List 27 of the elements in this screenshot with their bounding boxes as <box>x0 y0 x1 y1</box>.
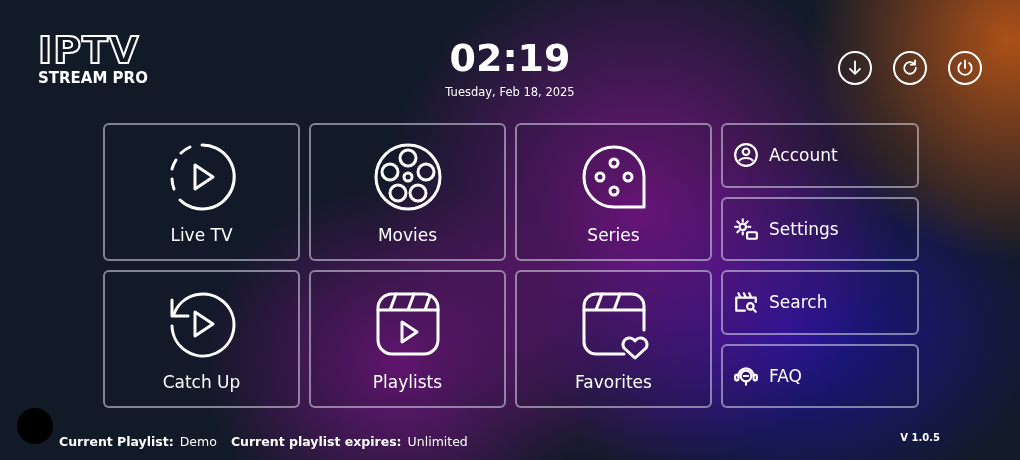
menu-button[interactable]: FAQ <box>721 343 919 408</box>
menu-button[interactable]: Settings <box>721 196 919 261</box>
refresh-icon <box>900 58 920 78</box>
user-icon <box>733 142 759 169</box>
menu-tile[interactable]: Live TV <box>103 123 300 261</box>
round-dot <box>17 408 53 444</box>
footer-label: Current Playlist: <box>59 433 174 449</box>
clock-time: 02:19 <box>449 36 571 80</box>
refresh-button[interactable] <box>893 51 927 85</box>
menu-tile[interactable]: Series <box>515 123 712 261</box>
footer-label: Current playlist expires: <box>230 433 402 449</box>
menu-tile[interactable]: Catch Up <box>103 270 300 408</box>
version-text: V 1.0.5 <box>900 431 940 443</box>
footer-value: Unlimited <box>407 433 468 449</box>
clapper-search-icon <box>733 289 759 316</box>
menu-button[interactable]: Search <box>721 270 919 335</box>
footer-value: Demo <box>179 433 217 449</box>
clock-date: Tuesday, Feb 18, 2025 <box>445 84 575 100</box>
download-button[interactable] <box>838 51 872 85</box>
power-icon <box>955 58 975 78</box>
menu-tile[interactable]: Favorites <box>515 270 712 408</box>
logo-subtitle: STREAM PRO <box>38 70 148 87</box>
menu-button[interactable]: Account <box>721 123 919 188</box>
power-button[interactable] <box>948 51 982 85</box>
menu-tile[interactable]: Playlists <box>309 270 506 408</box>
menu-tile[interactable]: Movies <box>309 123 506 261</box>
logo-title: IPTV <box>38 30 140 70</box>
